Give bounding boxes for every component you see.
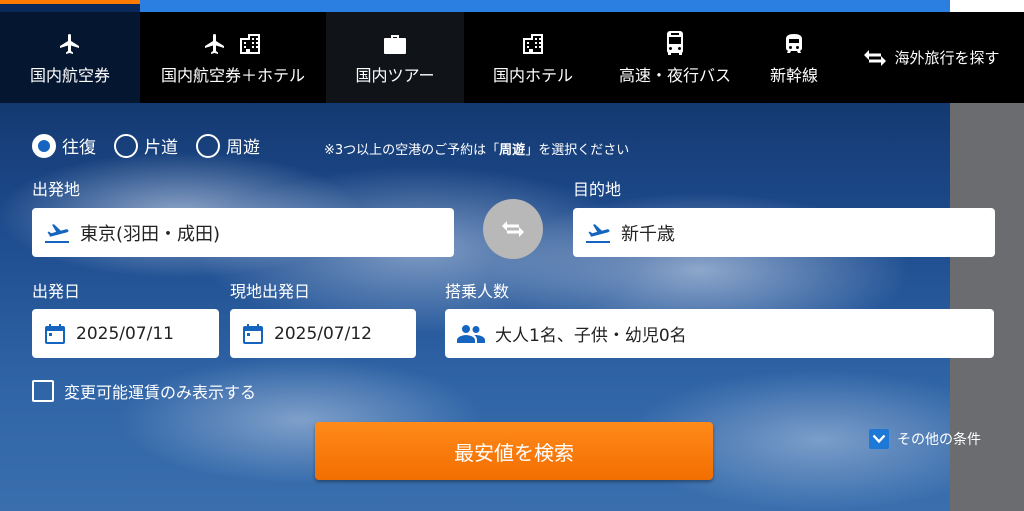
tab-bus[interactable]: 高速・夜行バス: [602, 12, 748, 103]
tab-label: 国内ホテル: [492, 65, 573, 85]
origin-label: 出発地: [32, 180, 81, 199]
passengers-value: 大人1名、子供・幼児0名: [495, 326, 687, 346]
origin-field[interactable]: 東京(羽田・成田): [32, 208, 454, 257]
tab-label: 国内航空券: [29, 65, 110, 85]
tab-domestic-hotel[interactable]: 国内ホテル: [464, 12, 602, 103]
takeoff-icon: [45, 223, 69, 243]
radio-one-way[interactable]: 片道: [114, 133, 178, 158]
top-accent-strip: [140, 0, 950, 12]
departure-date-value: 2025/07/11: [76, 323, 174, 344]
tab-label: 海外旅行を探す: [894, 48, 1000, 67]
note-bold: 周遊: [499, 143, 526, 158]
tab-label: 高速・夜行バス: [618, 65, 731, 85]
return-date-field[interactable]: 2025/07/12: [230, 309, 416, 358]
passengers-field[interactable]: 大人1名、子供・幼児0名: [445, 309, 994, 358]
right-edge-white: [950, 0, 1024, 12]
tab-overseas-travel[interactable]: 海外旅行を探す: [840, 12, 1024, 103]
note-suffix: 」を選択ください: [525, 143, 630, 158]
airplane-icon: [205, 33, 224, 54]
departure-date-label: 出発日: [32, 282, 81, 301]
bus-icon: [667, 30, 683, 55]
radio-multi-city[interactable]: 周遊: [196, 133, 260, 158]
trip-type-group: 往復 片道 周遊: [32, 133, 260, 158]
train-icon: [786, 33, 802, 53]
tab-label: 国内航空券＋ホテル: [160, 65, 305, 85]
radio-round-trip[interactable]: 往復: [32, 133, 96, 158]
multi-city-note: ※3つ以上の空港のご予約は「周遊」を選択ください: [324, 139, 629, 158]
swap-arrows-icon: [864, 49, 887, 66]
calendar-icon: [45, 323, 65, 344]
airplane-icon: [60, 33, 79, 54]
flexible-fare-checkbox[interactable]: 変更可能運賃のみ表示する: [32, 379, 256, 403]
hotel-icon: [523, 33, 543, 54]
service-nav: 国内航空券 国内航空券＋ホテル 国内ツアー 国内ホテル 高速・夜行バス 新幹線 …: [0, 0, 1024, 103]
hotel-icon: [240, 33, 260, 54]
return-date-value: 2025/07/12: [274, 323, 372, 344]
tab-domestic-tour[interactable]: 国内ツアー: [326, 12, 464, 103]
other-conditions-toggle[interactable]: その他の条件: [869, 429, 981, 449]
departure-date-field[interactable]: 2025/07/11: [32, 309, 219, 358]
destination-value: 新千歳: [621, 223, 675, 245]
tab-shinkansen[interactable]: 新幹線: [748, 12, 840, 103]
radio-label: 片道: [144, 138, 178, 158]
swap-arrows-icon: [502, 221, 524, 237]
radio-indicator[interactable]: [32, 133, 56, 158]
tab-domestic-flights[interactable]: 国内航空券: [0, 0, 140, 103]
checkbox-indicator[interactable]: [32, 380, 54, 402]
note-prefix: ※3つ以上の空港のご予約は「: [324, 143, 500, 158]
radio-label: 周遊: [226, 138, 260, 158]
origin-value: 東京(羽田・成田): [80, 223, 221, 245]
other-conditions-label: その他の条件: [897, 432, 981, 448]
destination-label: 目的地: [573, 180, 622, 199]
chevron-down-icon[interactable]: [869, 429, 889, 449]
tab-label: 国内ツアー: [355, 65, 435, 85]
radio-indicator[interactable]: [114, 133, 138, 158]
radio-label: 往復: [62, 138, 96, 158]
return-date-label: 現地出発日: [230, 282, 311, 301]
radio-indicator[interactable]: [196, 133, 220, 158]
destination-field[interactable]: 新千歳: [573, 208, 995, 257]
suitcase-icon: [384, 34, 406, 54]
passengers-label: 搭乗人数: [445, 282, 510, 301]
people-icon: [457, 324, 485, 343]
right-edge-panel: [950, 103, 1024, 511]
checkbox-label: 変更可能運賃のみ表示する: [64, 383, 257, 402]
takeoff-icon: [586, 223, 610, 243]
swap-route-button[interactable]: [483, 199, 543, 259]
calendar-icon: [243, 323, 263, 344]
tab-label: 新幹線: [769, 65, 818, 85]
search-lowest-price-button[interactable]: 最安値を検索: [315, 422, 713, 480]
tab-flight-hotel[interactable]: 国内航空券＋ホテル: [140, 12, 326, 103]
